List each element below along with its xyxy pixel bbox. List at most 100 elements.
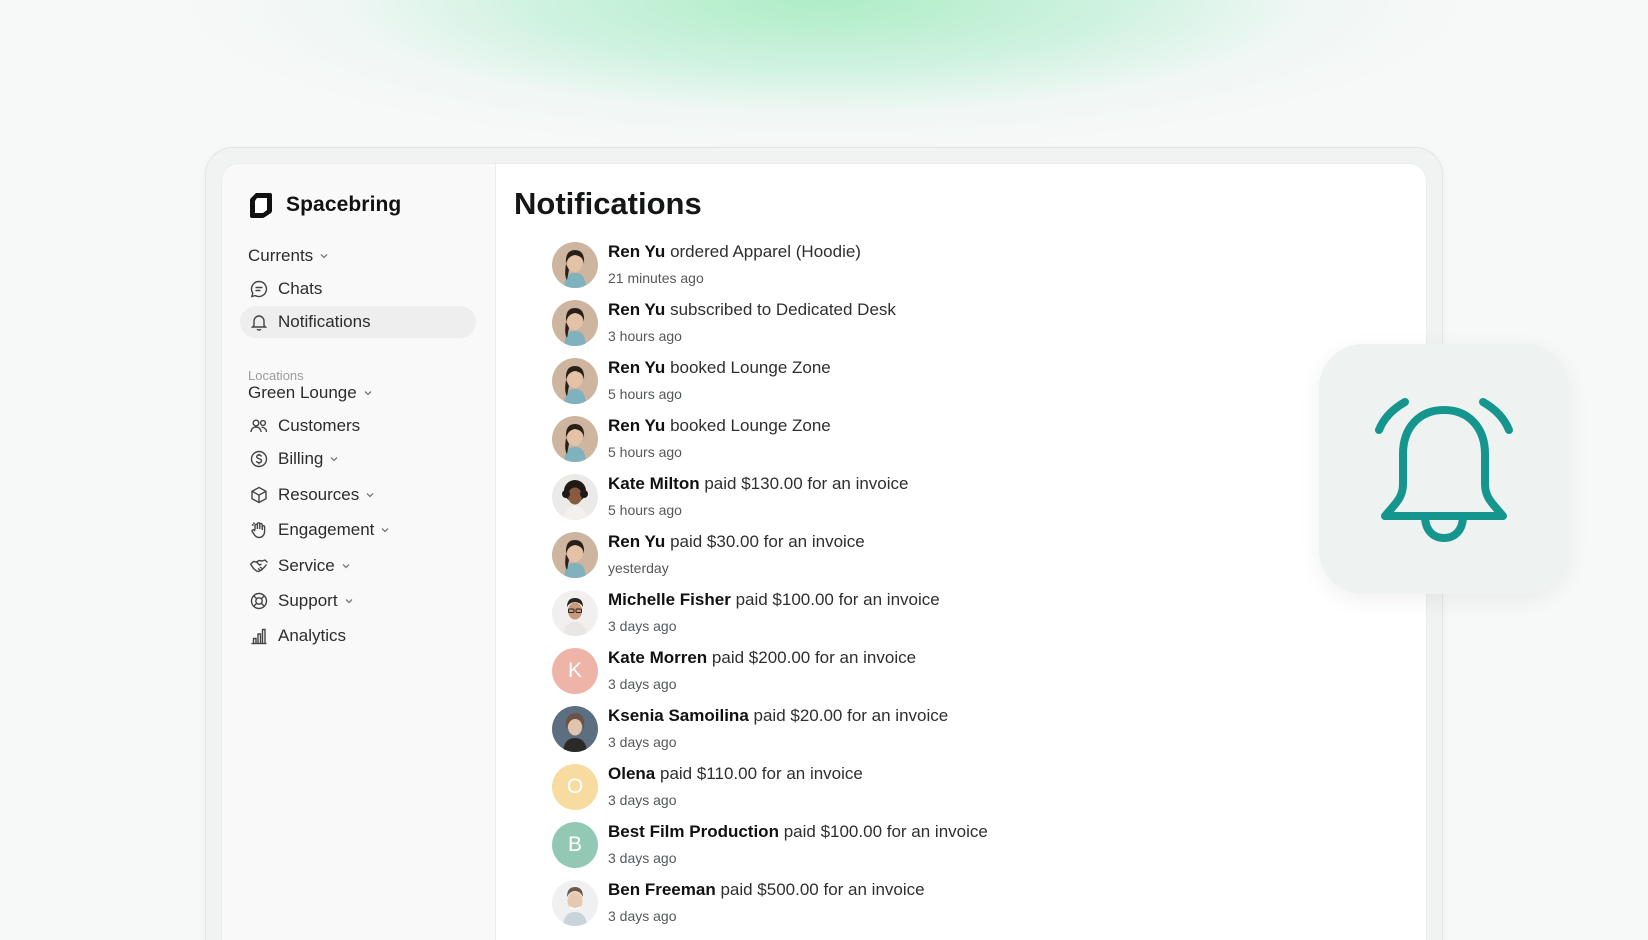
- sidebar-item-service[interactable]: Service: [240, 550, 476, 582]
- bell-icon: [1375, 398, 1513, 542]
- notification-time: 3 days ago: [608, 618, 677, 634]
- notification-row[interactable]: Ren Yu paid $30.00 for an invoice yester…: [552, 532, 988, 590]
- notification-actor[interactable]: Ben Freeman: [608, 880, 716, 899]
- avatar: [552, 474, 598, 520]
- avatar-letter: B: [567, 833, 582, 856]
- lifebuoy-icon: [248, 590, 270, 612]
- box-icon: [248, 484, 270, 506]
- page-title: Notifications: [514, 186, 702, 221]
- notification-row[interactable]: Ren Yu subscribed to Dedicated Desk 3 ho…: [552, 300, 988, 358]
- avatar: K: [552, 648, 598, 694]
- notification-list: Ren Yu ordered Apparel (Hoodie) 21 minut…: [552, 242, 988, 938]
- sidebar-item-label: Billing: [278, 449, 324, 468]
- chat-icon: [248, 278, 270, 300]
- notification-actor[interactable]: Ren Yu: [608, 358, 665, 377]
- sidebar-item-billing[interactable]: Billing: [240, 443, 476, 475]
- notification-action: booked Lounge Zone: [670, 358, 831, 377]
- currents-group[interactable]: Currents: [240, 240, 476, 272]
- notification-action: paid $200.00 for an invoice: [711, 648, 917, 667]
- chart-icon: [248, 625, 270, 647]
- avatar: [552, 358, 598, 404]
- notification-time: 3 days ago: [608, 908, 677, 924]
- notification-row[interactable]: Ben Freeman paid $500.00 for an invoice …: [552, 880, 988, 938]
- notification-actor[interactable]: Ksenia Samoilina: [608, 706, 749, 725]
- sidebar-item-label: Customers: [278, 416, 361, 435]
- avatar-letter: O: [566, 775, 584, 798]
- notification-action: paid $20.00 for an invoice: [753, 706, 949, 725]
- notification-time: 3 days ago: [608, 850, 677, 866]
- brand[interactable]: Spacebring: [248, 191, 401, 219]
- sidebar-item-engagement[interactable]: Engagement: [240, 514, 476, 546]
- chevron-down-icon: [362, 387, 374, 399]
- dollar-icon: [248, 448, 270, 470]
- notification-row[interactable]: K Kate Morren paid $200.00 for an invoic…: [552, 648, 988, 706]
- sidebar-item-notifications[interactable]: Notifications: [240, 306, 476, 338]
- chevron-down-icon: [340, 560, 352, 572]
- chevron-down-icon: [364, 489, 376, 501]
- app-window: Spacebring Currents Chats Notifications …: [221, 163, 1427, 940]
- notification-action: paid $110.00 for an invoice: [659, 764, 863, 783]
- sidebar-item-label: Service: [278, 556, 335, 575]
- avatar: [552, 706, 598, 752]
- notification-action: paid $100.00 for an invoice: [735, 590, 940, 609]
- spacebring-logo-icon: [250, 193, 272, 218]
- notification-time: 3 days ago: [608, 676, 677, 692]
- notification-actor[interactable]: Ren Yu: [608, 416, 665, 435]
- sidebar-item-label: Resources: [278, 485, 360, 504]
- notification-action: subscribed to Dedicated Desk: [670, 300, 896, 319]
- notification-actor[interactable]: Ren Yu: [608, 532, 665, 551]
- users-icon: [248, 415, 270, 437]
- avatar: [552, 416, 598, 462]
- notification-time: 5 hours ago: [608, 386, 682, 402]
- hand-icon: [248, 519, 270, 541]
- sidebar-item-label: Analytics: [278, 626, 347, 645]
- notification-actor[interactable]: Olena: [608, 764, 655, 783]
- notification-row[interactable]: Michelle Fisher paid $100.00 for an invo…: [552, 590, 988, 648]
- avatar: [552, 242, 598, 288]
- notification-actor[interactable]: Michelle Fisher: [608, 590, 731, 609]
- notification-time: 3 hours ago: [608, 328, 682, 344]
- notification-row[interactable]: B Best Film Production paid $100.00 for …: [552, 822, 988, 880]
- notification-row[interactable]: Kate Milton paid $130.00 for an invoice …: [552, 474, 988, 532]
- notification-action: paid $500.00 for an invoice: [720, 880, 925, 899]
- chevron-down-icon: [379, 524, 391, 536]
- location-selector[interactable]: Green Lounge: [240, 377, 476, 409]
- notification-actor[interactable]: Ren Yu: [608, 242, 665, 261]
- sidebar-item-resources[interactable]: Resources: [240, 479, 476, 511]
- avatar-letter: K: [567, 659, 582, 682]
- notification-row[interactable]: Ren Yu ordered Apparel (Hoodie) 21 minut…: [552, 242, 988, 300]
- chevron-down-icon: [318, 250, 330, 262]
- bell-icon: [248, 311, 270, 333]
- sidebar-item-support[interactable]: Support: [240, 585, 476, 617]
- notification-time: 3 days ago: [608, 734, 677, 750]
- currents-label: Currents: [248, 246, 314, 265]
- sidebar-item-label: Engagement: [278, 520, 375, 539]
- notification-action: ordered Apparel (Hoodie): [670, 242, 861, 261]
- chevron-down-icon: [343, 595, 355, 607]
- notification-actor[interactable]: Ren Yu: [608, 300, 665, 319]
- notification-actor[interactable]: Kate Morren: [608, 648, 707, 667]
- avatar: [552, 532, 598, 578]
- notification-row[interactable]: Ren Yu booked Lounge Zone 5 hours ago: [552, 416, 988, 474]
- sidebar-item-label: Chats: [278, 279, 323, 298]
- notification-actor[interactable]: Kate Milton: [608, 474, 700, 493]
- sidebar-item-chats[interactable]: Chats: [240, 273, 476, 305]
- notification-action: paid $100.00 for an invoice: [783, 822, 988, 841]
- notification-row[interactable]: Ren Yu booked Lounge Zone 5 hours ago: [552, 358, 988, 416]
- sidebar-item-label: Support: [278, 591, 338, 610]
- notification-row[interactable]: O Olena paid $110.00 for an invoice 3 da…: [552, 764, 988, 822]
- notification-time: 5 hours ago: [608, 502, 682, 518]
- notification-time: 3 days ago: [608, 792, 677, 808]
- sidebar: Spacebring Currents Chats Notifications …: [222, 164, 496, 940]
- handshake-icon: [248, 555, 270, 577]
- avatar: [552, 590, 598, 636]
- avatar: B: [552, 822, 598, 868]
- sidebar-item-analytics[interactable]: Analytics: [240, 620, 476, 652]
- notification-actor[interactable]: Best Film Production: [608, 822, 779, 841]
- sidebar-item-customers[interactable]: Customers: [240, 410, 476, 442]
- brand-name: Spacebring: [286, 193, 402, 216]
- notification-row[interactable]: Ksenia Samoilina paid $20.00 for an invo…: [552, 706, 988, 764]
- notification-time: 5 hours ago: [608, 444, 682, 460]
- notification-action: paid $30.00 for an invoice: [670, 532, 865, 551]
- notification-action: booked Lounge Zone: [670, 416, 831, 435]
